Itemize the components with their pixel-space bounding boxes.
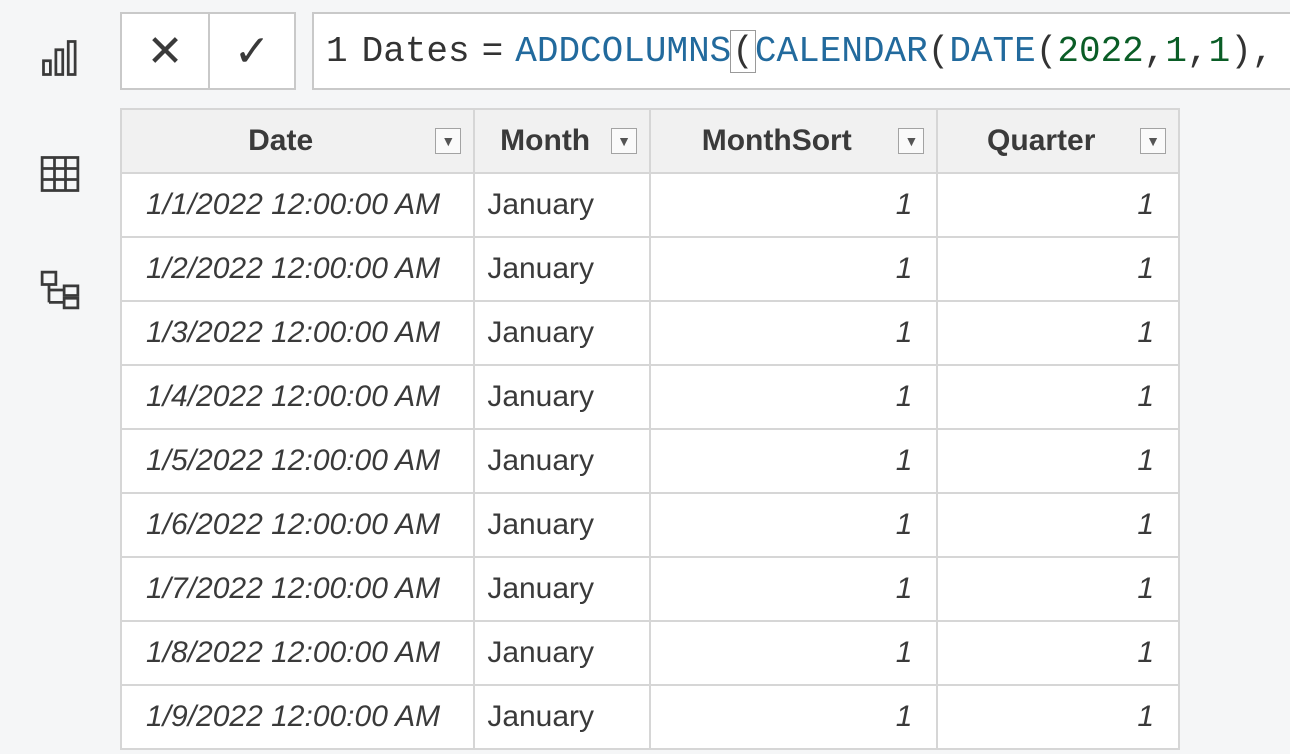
formula-bar-row: ✕ ✓ 1 Dates = ADDCOLUMNS(CALENDAR(DATE(2… [120, 12, 1290, 90]
table-row[interactable]: 1/7/2022 12:00:00 AMJanuary11 [122, 558, 1180, 622]
cell-quarter[interactable]: 1 [938, 302, 1180, 366]
data-table: Date ▼ Month ▼ MonthSort ▼ Quarter ▼ 1/1… [120, 108, 1180, 750]
cell-date[interactable]: 1/4/2022 12:00:00 AM [122, 366, 475, 430]
cell-quarter[interactable]: 1 [938, 238, 1180, 302]
cell-monthsort[interactable]: 1 [651, 174, 938, 238]
cell-monthsort[interactable]: 1 [651, 622, 938, 686]
arg-month: 1 [1165, 31, 1187, 72]
cell-date[interactable]: 1/5/2022 12:00:00 AM [122, 430, 475, 494]
open-paren: ( [730, 30, 756, 73]
cell-month[interactable]: January [475, 622, 651, 686]
cell-month[interactable]: January [475, 174, 651, 238]
model-view-icon[interactable] [32, 262, 88, 318]
fn-calendar: CALENDAR [755, 31, 928, 72]
close-paren: ) [1230, 31, 1252, 72]
cell-quarter[interactable]: 1 [938, 558, 1180, 622]
cell-date[interactable]: 1/7/2022 12:00:00 AM [122, 558, 475, 622]
cell-date[interactable]: 1/6/2022 12:00:00 AM [122, 494, 475, 558]
column-header-quarter[interactable]: Quarter ▼ [938, 110, 1180, 174]
cell-monthsort[interactable]: 1 [651, 494, 938, 558]
main-area: ✕ ✓ 1 Dates = ADDCOLUMNS(CALENDAR(DATE(2… [120, 0, 1290, 754]
cell-month[interactable]: January [475, 558, 651, 622]
table-identifier: Dates [362, 31, 470, 72]
table-row[interactable]: 1/5/2022 12:00:00 AMJanuary11 [122, 430, 1180, 494]
cell-date[interactable]: 1/9/2022 12:00:00 AM [122, 686, 475, 750]
cell-monthsort[interactable]: 1 [651, 430, 938, 494]
table-body: 1/1/2022 12:00:00 AMJanuary111/2/2022 12… [122, 174, 1180, 750]
data-view-icon[interactable] [32, 146, 88, 202]
cell-monthsort[interactable]: 1 [651, 558, 938, 622]
cell-month[interactable]: January [475, 430, 651, 494]
table-row[interactable]: 1/1/2022 12:00:00 AMJanuary11 [122, 174, 1180, 238]
column-header-date[interactable]: Date ▼ [122, 110, 475, 174]
commit-button[interactable]: ✓ [208, 14, 294, 88]
view-sidebar [0, 0, 120, 754]
fn-date: DATE [949, 31, 1035, 72]
cell-quarter[interactable]: 1 [938, 494, 1180, 558]
chevron-down-icon[interactable]: ▼ [898, 128, 924, 154]
fn-addcolumns: ADDCOLUMNS [515, 31, 731, 72]
table-header-row: Date ▼ Month ▼ MonthSort ▼ Quarter ▼ [122, 110, 1180, 174]
cell-quarter[interactable]: 1 [938, 686, 1180, 750]
table-row[interactable]: 1/3/2022 12:00:00 AMJanuary11 [122, 302, 1180, 366]
close-icon: ✕ [147, 26, 184, 77]
table-row[interactable]: 1/2/2022 12:00:00 AMJanuary11 [122, 238, 1180, 302]
cell-month[interactable]: January [475, 302, 651, 366]
cell-monthsort[interactable]: 1 [651, 686, 938, 750]
table-row[interactable]: 1/9/2022 12:00:00 AMJanuary11 [122, 686, 1180, 750]
open-paren: ( [928, 31, 950, 72]
arg-year: 2022 [1057, 31, 1143, 72]
open-paren: ( [1036, 31, 1058, 72]
cell-month[interactable]: January [475, 494, 651, 558]
arg-day: 1 [1209, 31, 1231, 72]
cell-monthsort[interactable]: 1 [651, 366, 938, 430]
cell-date[interactable]: 1/2/2022 12:00:00 AM [122, 238, 475, 302]
cell-quarter[interactable]: 1 [938, 174, 1180, 238]
cell-date[interactable]: 1/1/2022 12:00:00 AM [122, 174, 475, 238]
formula-bar[interactable]: 1 Dates = ADDCOLUMNS(CALENDAR(DATE(2022,… [312, 12, 1290, 90]
cell-month[interactable]: January [475, 366, 651, 430]
cell-monthsort[interactable]: 1 [651, 238, 938, 302]
chevron-down-icon[interactable]: ▼ [1140, 128, 1166, 154]
trailing-comma: , [1252, 31, 1274, 72]
check-icon: ✓ [234, 26, 271, 77]
formula-confirm-buttons: ✕ ✓ [120, 12, 296, 90]
cell-quarter[interactable]: 1 [938, 366, 1180, 430]
cell-date[interactable]: 1/3/2022 12:00:00 AM [122, 302, 475, 366]
report-view-icon[interactable] [32, 30, 88, 86]
table-row[interactable]: 1/8/2022 12:00:00 AMJanuary11 [122, 622, 1180, 686]
column-header-month[interactable]: Month ▼ [475, 110, 651, 174]
cell-quarter[interactable]: 1 [938, 622, 1180, 686]
chevron-down-icon[interactable]: ▼ [611, 128, 637, 154]
table-row[interactable]: 1/4/2022 12:00:00 AMJanuary11 [122, 366, 1180, 430]
powerbi-data-view: ✕ ✓ 1 Dates = ADDCOLUMNS(CALENDAR(DATE(2… [0, 0, 1290, 754]
line-number: 1 [326, 31, 348, 72]
cell-month[interactable]: January [475, 686, 651, 750]
cell-date[interactable]: 1/8/2022 12:00:00 AM [122, 622, 475, 686]
cancel-button[interactable]: ✕ [122, 14, 208, 88]
column-header-monthsort[interactable]: MonthSort ▼ [651, 110, 938, 174]
chevron-down-icon[interactable]: ▼ [435, 128, 461, 154]
cell-monthsort[interactable]: 1 [651, 302, 938, 366]
cell-quarter[interactable]: 1 [938, 430, 1180, 494]
equals-sign: = [482, 31, 504, 72]
cell-month[interactable]: January [475, 238, 651, 302]
table-row[interactable]: 1/6/2022 12:00:00 AMJanuary11 [122, 494, 1180, 558]
